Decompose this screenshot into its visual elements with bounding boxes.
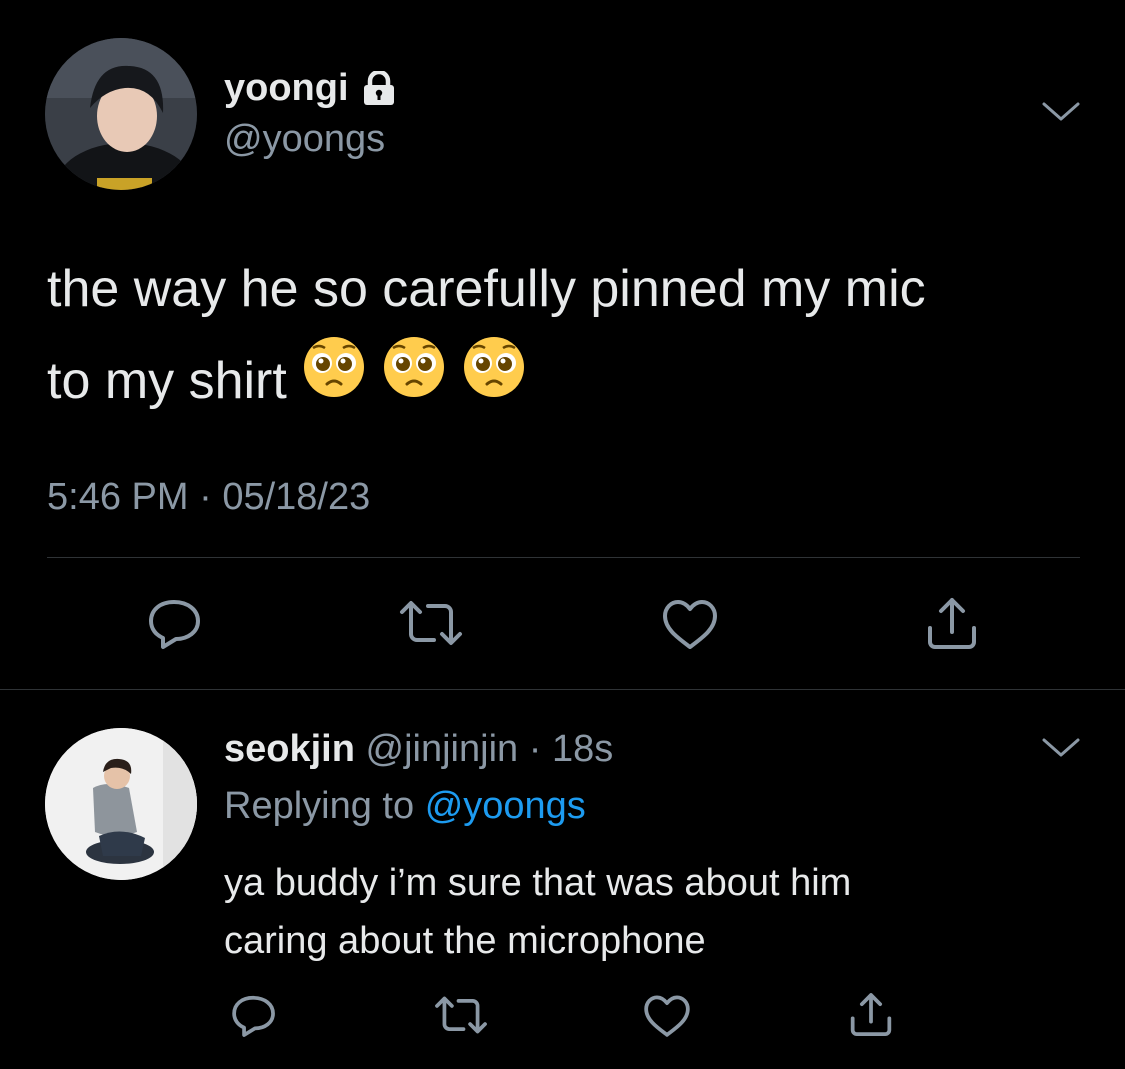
avatar-seokjin[interactable]: [45, 728, 197, 880]
tweet-time: 5:46 PM: [47, 476, 189, 518]
reply-display-name[interactable]: seokjin: [224, 728, 355, 770]
retweet-icon[interactable]: [396, 598, 466, 648]
divider: [47, 557, 1080, 558]
reply-handle[interactable]: @jinjinjin: [366, 728, 519, 770]
handle[interactable]: @yoongs: [224, 118, 385, 161]
retweet-icon[interactable]: [432, 994, 490, 1036]
pleading-face-emoji: [461, 334, 527, 428]
reply-text-line1: ya buddy i’m sure that was about him: [224, 862, 852, 904]
timestamp-separator: ·: [199, 476, 212, 518]
reply-text: ya buddy i’m sure that was about him car…: [224, 854, 851, 970]
display-name[interactable]: yoongi: [224, 67, 349, 110]
replying-to-label: Replying to: [224, 785, 415, 827]
section-divider: [0, 689, 1125, 690]
heart-icon[interactable]: [642, 994, 692, 1039]
reply-separator: ·: [528, 728, 542, 770]
chevron-down-icon[interactable]: [1040, 734, 1082, 760]
pleading-face-emoji: [381, 334, 447, 428]
share-icon[interactable]: [922, 594, 982, 654]
tweet-text-line2: to my shirt: [47, 352, 287, 410]
tweet-date: 05/18/23: [222, 476, 371, 518]
avatar-yoongi[interactable]: [45, 38, 197, 190]
heart-icon[interactable]: [660, 598, 720, 652]
reply-icon[interactable]: [146, 598, 204, 650]
reply-age[interactable]: 18s: [552, 728, 613, 770]
lock-icon: [361, 71, 397, 105]
timestamp[interactable]: 5:46 PM · 05/18/23: [47, 476, 370, 519]
share-icon[interactable]: [846, 990, 896, 1040]
chevron-down-icon[interactable]: [1040, 98, 1082, 124]
replying-to-handle[interactable]: @yoongs: [425, 785, 586, 827]
reply-text-line2: caring about the microphone: [224, 920, 706, 962]
pleading-face-emoji: [301, 334, 367, 428]
tweet-text-line1: the way he so carefully pinned my mic: [47, 260, 926, 318]
tweet-text: the way he so carefully pinned my mic to…: [47, 244, 926, 428]
reply-icon[interactable]: [230, 994, 278, 1038]
